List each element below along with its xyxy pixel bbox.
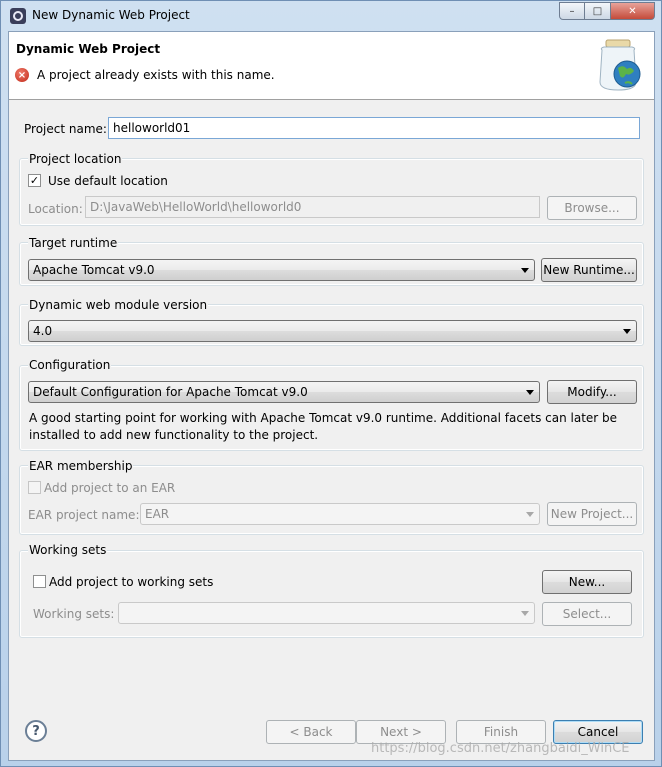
configuration-select[interactable]: Default Configuration for Apache Tomcat … [28, 381, 540, 403]
project-location-label: Project location [28, 152, 123, 166]
maximize-icon: □ [592, 5, 603, 17]
close-icon: ✕ [628, 5, 637, 17]
browse-button[interactable]: Browse... [547, 196, 637, 220]
target-runtime-value: Apache Tomcat v9.0 [33, 263, 155, 277]
add-to-ear-label: Add project to an EAR [44, 481, 176, 495]
minimize-icon: – [569, 5, 575, 17]
chevron-down-icon [521, 268, 529, 273]
add-to-working-sets-label: Add project to working sets [49, 575, 214, 589]
location-input[interactable]: D:\JavaWeb\HelloWorld\helloworld0 [85, 196, 540, 218]
module-version-select[interactable]: 4.0 [28, 320, 637, 342]
ear-project-name-value: EAR [145, 507, 170, 521]
error-message: A project already exists with this name. [37, 68, 275, 82]
dialog-window: New Dynamic Web Project – □ ✕ Dynamic We… [0, 0, 662, 767]
window-controls: – □ ✕ [559, 2, 655, 20]
module-version-value: 4.0 [33, 324, 53, 338]
working-sets-new-button[interactable]: New... [542, 570, 632, 594]
chevron-down-icon [623, 329, 631, 334]
checkmark-icon: ✓ [29, 174, 40, 187]
wizard-banner: Dynamic Web Project × A project already … [9, 32, 654, 100]
back-button[interactable]: < Back [266, 720, 356, 744]
ear-new-project-button[interactable]: New Project... [547, 502, 637, 526]
chevron-down-icon [526, 512, 534, 517]
jar-globe-icon [599, 39, 641, 91]
chevron-down-icon [521, 611, 529, 616]
error-icon: × [15, 68, 29, 82]
working-sets-select-button[interactable]: Select... [542, 602, 632, 626]
dialog-body: Dynamic Web Project × A project already … [8, 31, 655, 761]
working-sets-select[interactable] [118, 602, 535, 624]
chevron-down-icon [526, 390, 534, 395]
configuration-value: Default Configuration for Apache Tomcat … [33, 385, 308, 399]
module-version-label: Dynamic web module version [28, 298, 209, 312]
working-sets-field-label: Working sets: [33, 607, 115, 621]
page-title: Dynamic Web Project [16, 42, 161, 56]
modify-button[interactable]: Modify... [547, 380, 637, 404]
configuration-description: A good starting point for working with A… [29, 411, 618, 442]
new-runtime-button[interactable]: New Runtime... [541, 258, 637, 282]
window-title: New Dynamic Web Project [32, 8, 190, 22]
minimize-button[interactable]: – [559, 2, 585, 20]
location-label: Location: [28, 202, 83, 216]
add-to-working-sets-checkbox[interactable] [33, 575, 46, 588]
use-default-location-label: Use default location [48, 174, 168, 188]
help-icon[interactable]: ? [25, 720, 47, 742]
project-name-label: Project name: [24, 122, 107, 136]
add-to-ear-checkbox[interactable] [28, 481, 41, 494]
configuration-label: Configuration [28, 358, 112, 372]
watermark: https://blog.csdn.net/zhangbaidi_WinCE [371, 741, 630, 756]
close-button[interactable]: ✕ [611, 2, 655, 20]
maximize-button[interactable]: □ [585, 2, 611, 20]
working-sets-label: Working sets [28, 543, 108, 557]
project-name-input[interactable]: helloworld01 [108, 117, 640, 139]
target-runtime-select[interactable]: Apache Tomcat v9.0 [28, 259, 535, 281]
ear-project-name-label: EAR project name: [28, 508, 140, 522]
target-runtime-label: Target runtime [28, 236, 119, 250]
ear-membership-label: EAR membership [28, 459, 134, 473]
eclipse-icon [10, 8, 26, 24]
use-default-location-checkbox[interactable]: ✓ [28, 174, 41, 187]
title-bar[interactable]: New Dynamic Web Project – □ ✕ [1, 1, 661, 31]
ear-project-name-select[interactable]: EAR [140, 503, 540, 525]
